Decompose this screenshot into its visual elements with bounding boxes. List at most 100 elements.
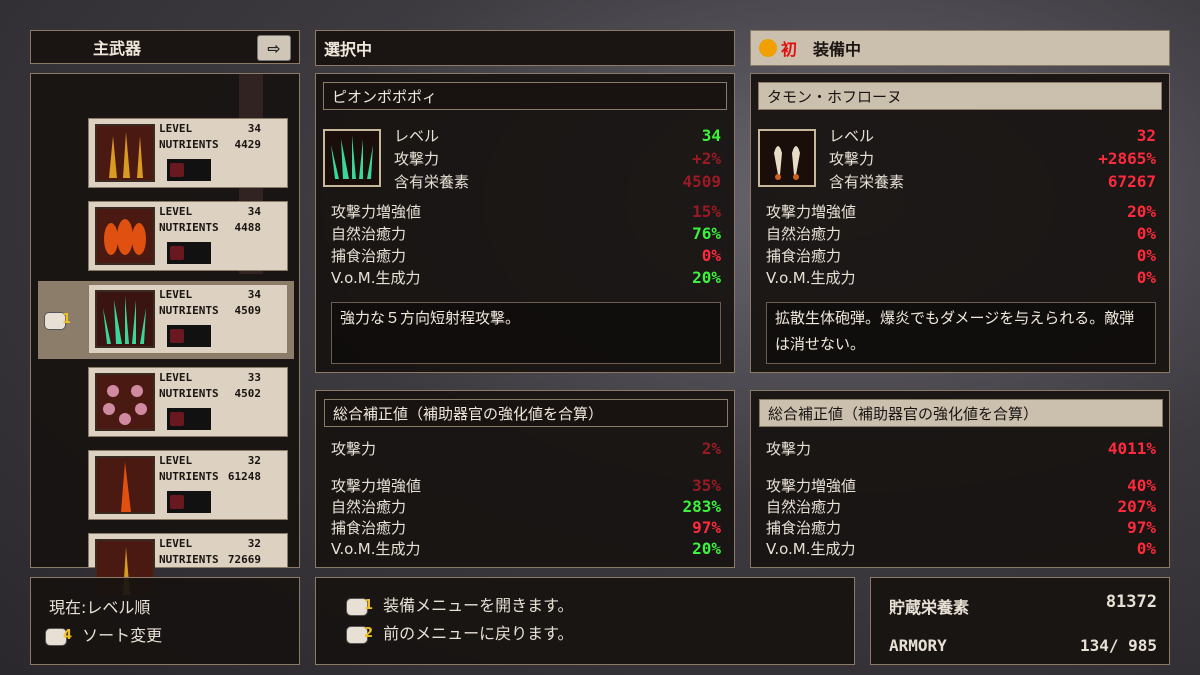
level-value: 34 <box>247 205 261 218</box>
stat-row: 攻撃力増強値 20% <box>766 200 1156 222</box>
level-label: LEVEL <box>159 454 193 467</box>
weapon-card[interactable]: LEVEL 32 NUTRIENTS 61248 <box>88 450 288 520</box>
weapon-card[interactable]: LEVEL 32 NUTRIENTS 72669 <box>88 533 288 597</box>
level-label: LEVEL <box>159 537 193 550</box>
stat-label: 自然治癒力 <box>766 497 842 516</box>
selected-detail-panel: ピオンポポポィ レベル 34 攻撃力 +2% 含有栄養素 4509 攻撃力増強値 15% 自然… <box>315 73 735 373</box>
storage-value: 81372 <box>1105 592 1157 612</box>
stat-row: 捕食治癒力 0% <box>766 244 1156 266</box>
lock-icon <box>167 242 211 264</box>
stat-row: 攻撃力増強値 15% <box>331 200 721 222</box>
stat-label: 攻撃力 <box>394 149 440 168</box>
level-label: LEVEL <box>159 288 193 301</box>
help-open-equip-label: 装備メニューを開きます。 <box>383 596 574 615</box>
equipped-total-header: 総合補正値（補助器官の強化値を合算） <box>759 399 1163 427</box>
switch-arrow-icon[interactable]: ⇨ <box>257 35 291 61</box>
equipped-header-label: 装備中 <box>813 40 862 59</box>
stat-label: 捕食治癒力 <box>331 246 407 265</box>
stat-label: 攻撃力 <box>766 439 812 458</box>
stat-value: 32 <box>1136 125 1156 145</box>
weapon-card[interactable]: LEVEL 34 NUTRIENTS 4429 <box>88 118 288 188</box>
stat-label: V.o.M.生成力 <box>766 268 856 287</box>
controller-button-icon: 1 <box>346 596 373 618</box>
selected-total-panel: 総合補正値（補助器官の強化値を合算） 攻撃力 2% 攻撃力増強値 35% 自然治癒力 28… <box>315 390 735 568</box>
sort-panel: 現在:レベル順 4 ソート変更 <box>30 577 300 665</box>
nutrients-label: NUTRIENTS <box>159 138 219 151</box>
help-open-equip[interactable]: 1 装備メニューを開きます。 <box>346 592 574 618</box>
stat-value: 40% <box>1127 475 1156 495</box>
stat-value: 34 <box>701 125 721 145</box>
stat-label: 捕食治癒力 <box>331 518 407 537</box>
sort-change-button[interactable]: 4 ソート変更 <box>45 622 162 648</box>
level-value: 34 <box>247 288 261 301</box>
selected-row-cursor[interactable]: 1 <box>44 310 71 332</box>
equipped-header: 初 装備中 <box>750 30 1170 66</box>
stat-value: 76% <box>692 223 721 243</box>
stat-value: 0% <box>1136 223 1156 243</box>
level-label: LEVEL <box>159 371 193 384</box>
controller-button-icon: 1 <box>44 310 71 332</box>
stat-label: V.o.M.生成力 <box>766 539 856 558</box>
stat-row: 捕食治癒力 97% <box>766 516 1156 538</box>
lock-icon <box>167 491 211 513</box>
sort-change-label: ソート変更 <box>82 626 163 645</box>
stat-row: 攻撃力増強値 35% <box>331 474 721 496</box>
stat-row: レベル 32 <box>829 124 1156 146</box>
stat-value: 97% <box>1127 517 1156 537</box>
equipped-weapon-name: タモン・ホフローヌ <box>758 82 1162 110</box>
green-spikes-icon <box>95 290 155 348</box>
selected-description: 強力な５方向短射程攻撃。 <box>331 302 721 364</box>
nutrients-value: 4502 <box>234 387 262 400</box>
stat-value: 2% <box>701 438 721 458</box>
nutrients-label: NUTRIENTS <box>159 387 219 400</box>
stat-row: V.o.M.生成力 0% <box>766 537 1156 559</box>
nutrients-label: NUTRIENTS <box>159 553 219 566</box>
stat-value: +2865% <box>1098 148 1156 168</box>
selected-total-header: 総合補正値（補助器官の強化値を合算） <box>324 399 728 427</box>
stat-row: 自然治癒力 76% <box>331 222 721 244</box>
stat-value: 67267 <box>1107 171 1156 191</box>
nutrients-value: 4488 <box>234 221 262 234</box>
stat-row: 攻撃力増強値 40% <box>766 474 1156 496</box>
selected-weapon-icon <box>323 129 381 187</box>
stat-value: 0% <box>1136 267 1156 287</box>
nutrients-label: NUTRIENTS <box>159 304 219 317</box>
level-label: LEVEL <box>159 122 193 135</box>
selected-header-label: 選択中 <box>324 40 373 59</box>
equipped-weapon-icon <box>758 129 816 187</box>
stat-row: V.o.M.生成力 20% <box>331 537 721 559</box>
stat-value: 0% <box>701 245 721 265</box>
nutrients-value: 61248 <box>227 470 261 483</box>
stat-value: 0% <box>1136 538 1156 558</box>
flame-lance-icon <box>95 456 155 514</box>
nutrients-label: NUTRIENTS <box>159 221 219 234</box>
weapon-card[interactable]: LEVEL 34 NUTRIENTS 4488 <box>88 201 288 271</box>
nutrients-value: 4429 <box>234 138 262 151</box>
selected-weapon-name: ピオンポポポィ <box>323 82 727 110</box>
stat-label: V.o.M.生成力 <box>331 268 421 287</box>
level-value: 34 <box>247 122 261 135</box>
stat-label: 攻撃力 <box>331 439 377 458</box>
equipped-indicator-icon <box>759 39 777 57</box>
stat-value: 20% <box>692 538 721 558</box>
stat-row: V.o.M.生成力 20% <box>331 266 721 288</box>
stat-label: 自然治癒力 <box>331 224 407 243</box>
stat-label: 自然治癒力 <box>331 497 407 516</box>
weapon-card[interactable]: LEVEL 33 NUTRIENTS 4502 <box>88 367 288 437</box>
stat-label: 自然治癒力 <box>766 224 842 243</box>
stat-row: 捕食治癒力 97% <box>331 516 721 538</box>
stat-label: レベル <box>829 126 875 145</box>
stat-value: +2% <box>692 148 721 168</box>
level-label: LEVEL <box>159 205 193 218</box>
stat-label: 攻撃力増強値 <box>331 202 422 221</box>
stat-row: 攻撃力 4011% <box>766 437 1156 459</box>
stat-value: 0% <box>1136 245 1156 265</box>
level-value: 32 <box>247 454 261 467</box>
help-back[interactable]: 2 前のメニューに戻ります。 <box>346 620 574 646</box>
stat-row: 含有栄養素 4509 <box>394 170 721 192</box>
armory-label: ARMORY <box>889 636 947 655</box>
golden-spikes-icon <box>95 124 155 182</box>
equipped-badge: 初 <box>781 40 798 59</box>
weapon-card[interactable]: LEVEL 34 NUTRIENTS 4509 <box>88 284 288 354</box>
lock-icon <box>167 408 211 430</box>
